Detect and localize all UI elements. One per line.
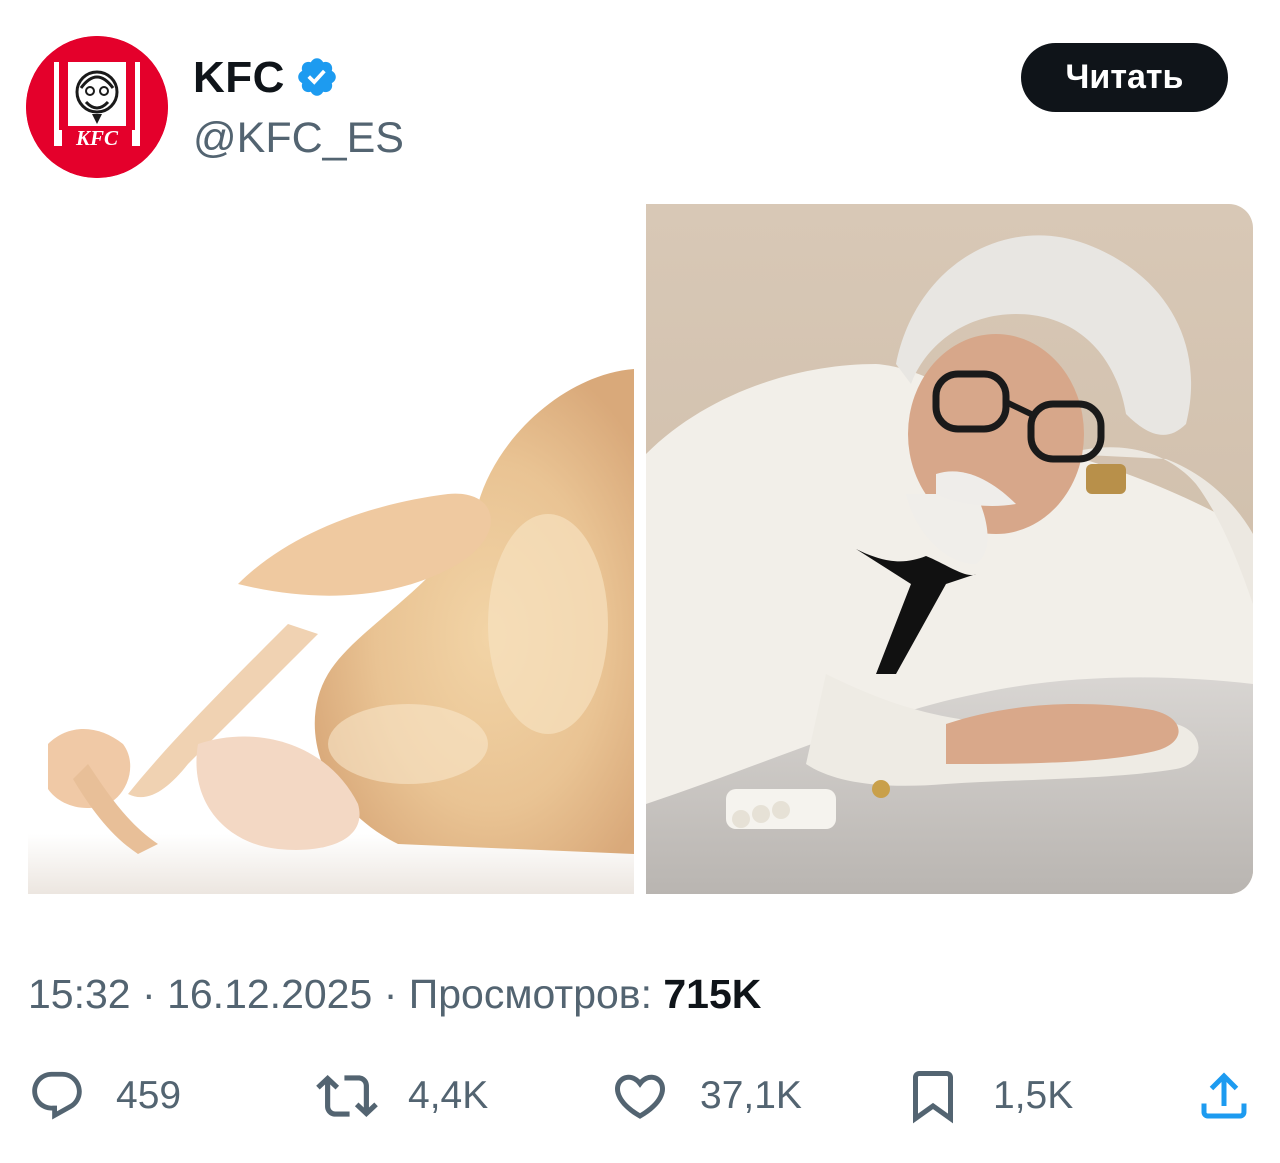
reply-count: 459	[116, 1074, 182, 1117]
reply-button[interactable]: 459	[28, 1066, 181, 1126]
bookmark-icon	[913, 1071, 953, 1124]
reply-icon	[32, 1071, 82, 1120]
tweet-meta: 15:32 · 16.12.2025 · Просмотров: 715K	[28, 968, 761, 1020]
avatar[interactable]: KFC	[26, 36, 168, 178]
views-label: Просмотров:	[408, 971, 652, 1017]
meta-separator: ·	[142, 971, 156, 1017]
like-count: 37,1K	[700, 1074, 802, 1117]
meta-separator: ·	[383, 971, 398, 1017]
tweet-time[interactable]: 15:32	[28, 971, 131, 1017]
kfc-logo: KFC	[26, 36, 168, 178]
heart-icon	[614, 1074, 666, 1119]
tweet-date[interactable]: 16.12.2025	[167, 971, 372, 1017]
like-button[interactable]: 37,1K	[610, 1066, 802, 1126]
repost-icon	[316, 1075, 378, 1117]
share-button[interactable]	[1194, 1066, 1254, 1126]
raw-chicken-photo[interactable]	[28, 204, 634, 894]
repost-button[interactable]: 4,4K	[316, 1066, 488, 1126]
share-icon	[1201, 1072, 1247, 1119]
tweet-card: KFC KFC @KFC_ES Читать 15:32 · 16.12.202…	[0, 0, 1280, 1163]
bookmark-button[interactable]: 1,5K	[903, 1066, 1073, 1126]
bookmark-count: 1,5K	[993, 1074, 1074, 1117]
repost-count: 4,4K	[408, 1074, 489, 1117]
author-name[interactable]: KFC	[193, 52, 285, 104]
author-handle[interactable]: @KFC_ES	[193, 112, 404, 164]
follow-button[interactable]: Читать	[1021, 43, 1228, 112]
avatar-logo-text: KFC	[75, 126, 119, 150]
verified-badge-icon	[298, 58, 336, 96]
views-count: 715K	[663, 971, 762, 1017]
colonel-sanders-photo[interactable]	[646, 204, 1253, 894]
